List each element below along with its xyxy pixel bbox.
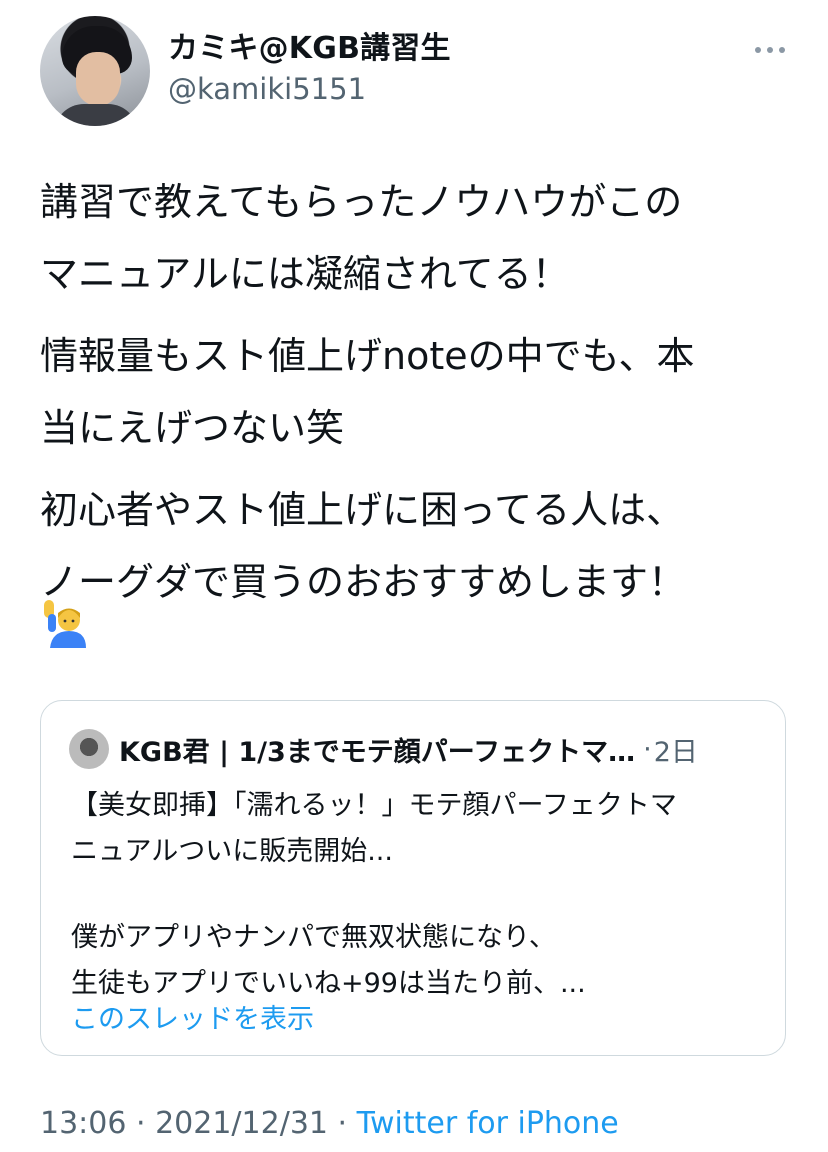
- author-avatar[interactable]: [40, 16, 150, 126]
- tweet-paragraph: 講習で教えてもらったノウハウがこの マニュアルには凝縮されてる！: [40, 180, 683, 296]
- tweet-paragraph: 情報量もスト値上げnoteの中でも、本 当にえげつない笑: [40, 334, 695, 450]
- quoted-line: 【美女即挿】「濡れるッ！」モテ顔パーフェクトマ: [71, 790, 677, 821]
- quoted-tweet-body: 【美女即挿】「濡れるッ！」モテ顔パーフェクトマ ニュアルついに販売開始... 僕…: [71, 783, 771, 1007]
- quoted-time: 2日: [653, 736, 698, 768]
- tweet-paragraph: 初心者やスト値上げに困ってる人は、 ノーグダで買うのおおすすめします！: [40, 488, 687, 604]
- raising-hand-man-emoji: [44, 600, 86, 648]
- more-options-icon[interactable]: [752, 40, 788, 60]
- more-dot: [779, 47, 785, 53]
- quoted-author-avatar: [69, 729, 109, 769]
- meta-separator: ·: [328, 1106, 357, 1141]
- tweet-date: 2021/12/31: [155, 1106, 328, 1141]
- tweet-time: 13:06: [40, 1106, 127, 1141]
- quoted-gap: [71, 875, 771, 915]
- author-handle[interactable]: @kamiki5151: [168, 70, 451, 108]
- tweet-header: カミキ@KGB講習生 @kamiki5151: [40, 16, 788, 126]
- more-dot: [755, 47, 761, 53]
- quoted-tweet-card[interactable]: KGB君 | 1/3までモテ顔パーフェクトマ… · 2日 【美女即挿】「濡れるッ…: [40, 700, 786, 1056]
- meta-separator: ·: [126, 1106, 156, 1141]
- tweet-metadata: 13:06 · 2021/12/31 · Twitter for iPhone: [40, 1106, 619, 1141]
- tweet-text: 講習で教えてもらったノウハウがこの マニュアルには凝縮されてる！ 情報量もスト値…: [40, 166, 800, 628]
- author-display-name[interactable]: カミキ@KGB講習生: [168, 30, 451, 68]
- quoted-separator: ·: [643, 733, 652, 765]
- show-thread-link[interactable]: このスレッドを表示: [71, 997, 314, 1036]
- quoted-tweet-header: KGB君 | 1/3までモテ顔パーフェクトマ… · 2日: [69, 729, 757, 769]
- avatar-body: [54, 104, 138, 126]
- quoted-author-name: KGB君 | 1/3までモテ顔パーフェクトマ…: [119, 736, 636, 768]
- author-names[interactable]: カミキ@KGB講習生 @kamiki5151: [168, 30, 451, 108]
- quoted-line: 僕がアプリやナンパで無双状態になり、: [71, 922, 556, 953]
- avatar-face: [76, 52, 120, 106]
- tweet-source-link[interactable]: Twitter for iPhone: [357, 1106, 619, 1141]
- quoted-line: ニュアルついに販売開始...: [71, 836, 393, 867]
- more-dot: [767, 47, 773, 53]
